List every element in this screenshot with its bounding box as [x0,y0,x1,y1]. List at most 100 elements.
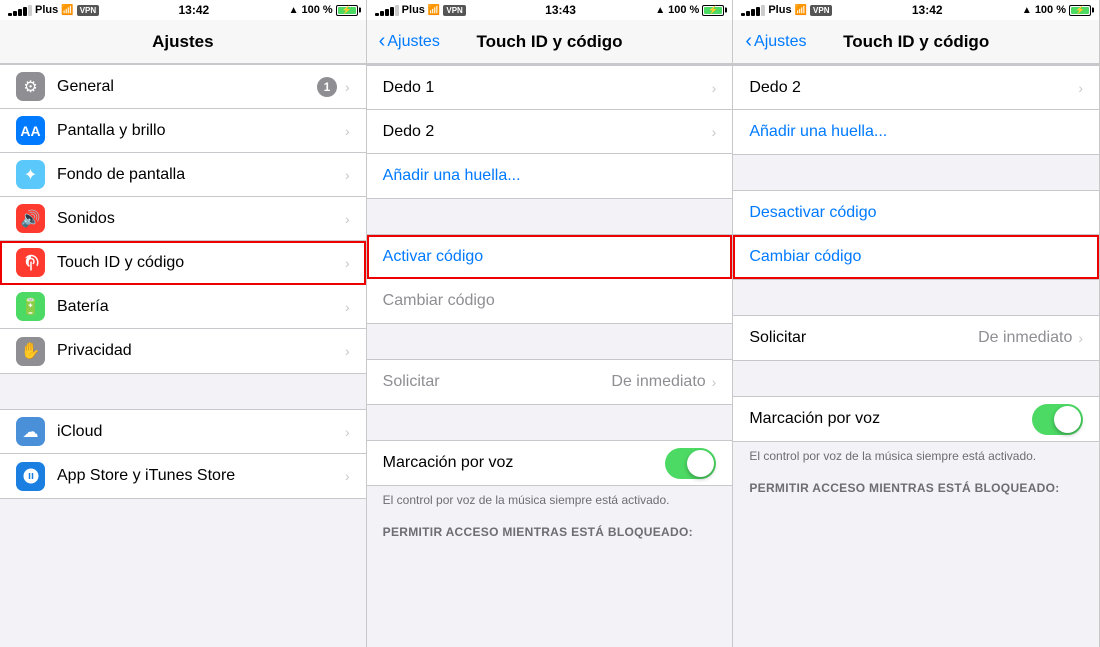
gear-icon: ⚙ [16,72,45,101]
list-group-cloud: ☁ iCloud › App Store y iTunes Store › [0,409,366,499]
list-item-activar-codigo[interactable]: Activar código [367,235,733,279]
label-activar-codigo: Activar código [383,248,717,266]
label-pantalla: Pantalla y brillo [57,122,345,140]
label-icloud: iCloud [57,423,345,441]
status-bar-1: Plus 📶 VPN 13:42 ▲ 100 % ⚡ [0,0,366,20]
battery-pct-1: 100 % [301,4,332,16]
toggle-thumb-3 [1054,406,1081,433]
list-item-dedo2-3[interactable]: Dedo 2 › [733,66,1099,110]
back-chevron-3: ‹ [745,30,752,53]
wifi-icon-2: 📶 [428,5,440,16]
list-item-pantalla[interactable]: AA Pantalla y brillo › [0,109,366,153]
status-right-2: ▲ 100 % ⚡ [655,4,724,16]
chevron-appstore: › [345,468,350,484]
label-dedo2-3: Dedo 2 [749,79,1078,97]
list-item-icloud[interactable]: ☁ iCloud › [0,410,366,454]
panel-ajustes: Plus 📶 VPN 13:42 ▲ 100 % ⚡ Ajustes ⚙ Gen… [0,0,367,647]
list-item-add-fingerprint-2[interactable]: Añadir una huella... [367,154,733,198]
panel-touchid-before: Plus 📶 VPN 13:43 ▲ 100 % ⚡ ‹ Ajustes Tou… [367,0,734,647]
label-privacidad: Privacidad [57,342,345,360]
label-solicitar-2: Solicitar [383,373,612,391]
solicitar-group-3: Solicitar De inmediato › [733,315,1099,361]
chevron-fondo: › [345,167,350,183]
list-item-desactivar-codigo[interactable]: Desactivar código [733,191,1099,235]
list-item-appstore[interactable]: App Store y iTunes Store › [0,454,366,498]
vpn-badge-2: VPN [443,5,465,16]
wifi-icon-1: 📶 [61,5,73,16]
list-item-dedo2[interactable]: Dedo 2 › [367,110,733,154]
wifi-icon-3: 📶 [795,5,807,16]
list-item-cambiar-codigo-2[interactable]: Cambiar código [367,279,733,323]
touchid-icon [16,248,45,277]
back-button-2[interactable]: ‹ Ajustes [379,30,440,53]
gps-icon-1: ▲ [289,5,299,16]
label-bateria: Batería [57,298,345,316]
carrier-name-2: Plus [402,4,425,16]
vpn-badge-1: VPN [77,5,99,16]
permit-label-3: PERMITIR ACCESO MIENTRAS ESTÁ BLOQUEADO: [733,475,1099,499]
list-item-sonidos[interactable]: 🔊 Sonidos › [0,197,366,241]
label-voice-2: Marcación por voz [383,454,666,472]
value-solicitar-2: De inmediato [611,373,705,391]
list-item-general[interactable]: ⚙ General 1 › [0,65,366,109]
chevron-general: › [345,79,350,95]
battery-icon-2: ⚡ [702,5,724,16]
voice-note-2: El control por voz de la música siempre … [367,486,733,519]
chevron-sonidos: › [345,211,350,227]
fingerprints-group-2: Dedo 1 › Dedo 2 › Añadir una huella... [367,65,733,199]
list-item-add-fingerprint-3[interactable]: Añadir una huella... [733,110,1099,154]
label-add-fingerprint-2: Añadir una huella... [383,167,717,185]
label-cambiar-codigo-3: Cambiar código [749,248,1083,266]
status-bar-3: Plus 📶 VPN 13:42 ▲ 100 % ⚡ [733,0,1099,20]
voice-note-3: El control por voz de la música siempre … [733,442,1099,475]
toggle-voice-2[interactable] [665,448,716,479]
status-right-3: ▲ 100 % ⚡ [1022,4,1091,16]
label-general: General [57,78,317,96]
label-fondo: Fondo de pantalla [57,166,345,184]
settings-list-1: ⚙ General 1 › AA Pantalla y brillo › ✦ F… [0,64,366,647]
gps-icon-2: ▲ [655,5,665,16]
status-left-3: Plus 📶 VPN [741,4,832,16]
list-item-touchid[interactable]: Touch ID y código › [0,241,366,285]
vpn-badge-3: VPN [810,5,832,16]
label-touchid: Touch ID y código [57,254,345,272]
icloud-icon: ☁ [16,417,45,446]
battery-setting-icon: 🔋 [16,292,45,321]
time-2: 13:43 [545,3,576,17]
label-desactivar-codigo: Desactivar código [749,204,1083,222]
list-item-voice-3[interactable]: Marcación por voz [733,397,1099,441]
toggle-voice-3[interactable] [1032,404,1083,435]
list-item-fondo[interactable]: ✦ Fondo de pantalla › [0,153,366,197]
label-dedo2: Dedo 2 [383,123,712,141]
voice-group-2: Marcación por voz [367,440,733,486]
signal-icon-3 [741,5,765,16]
list-item-solicitar-2[interactable]: Solicitar De inmediato › [367,360,733,404]
status-left-1: Plus 📶 VPN [8,4,99,16]
list-item-bateria[interactable]: 🔋 Batería › [0,285,366,329]
fingerprints-group-3: Dedo 2 › Añadir una huella... [733,65,1099,155]
list-item-solicitar-3[interactable]: Solicitar De inmediato › [733,316,1099,360]
back-button-3[interactable]: ‹ Ajustes [745,30,806,53]
toggle-thumb-2 [687,450,714,477]
label-voice-3: Marcación por voz [749,410,1032,428]
nav-bar-3: ‹ Ajustes Touch ID y código [733,20,1099,64]
battery-icon-1: ⚡ [336,5,358,16]
value-solicitar-3: De inmediato [978,329,1072,347]
label-sonidos: Sonidos [57,210,345,228]
chevron-touchid: › [345,255,350,271]
back-label-2: Ajustes [387,33,439,51]
signal-icon [8,5,32,16]
label-add-fingerprint-3: Añadir una huella... [749,123,1083,141]
code-group-2: Activar código Cambiar código [367,234,733,324]
wallpaper-icon: ✦ [16,160,45,189]
settings-list-3: Dedo 2 › Añadir una huella... Desactivar… [733,64,1099,647]
list-item-privacidad[interactable]: ✋ Privacidad › [0,329,366,373]
chevron-dedo2: › [712,124,717,140]
chevron-dedo1: › [712,80,717,96]
status-bar-2: Plus 📶 VPN 13:43 ▲ 100 % ⚡ [367,0,733,20]
list-item-voice-2[interactable]: Marcación por voz [367,441,733,485]
list-item-dedo1[interactable]: Dedo 1 › [367,66,733,110]
label-appstore: App Store y iTunes Store [57,467,345,485]
nav-bar-2: ‹ Ajustes Touch ID y código [367,20,733,64]
list-item-cambiar-codigo-3[interactable]: Cambiar código [733,235,1099,279]
